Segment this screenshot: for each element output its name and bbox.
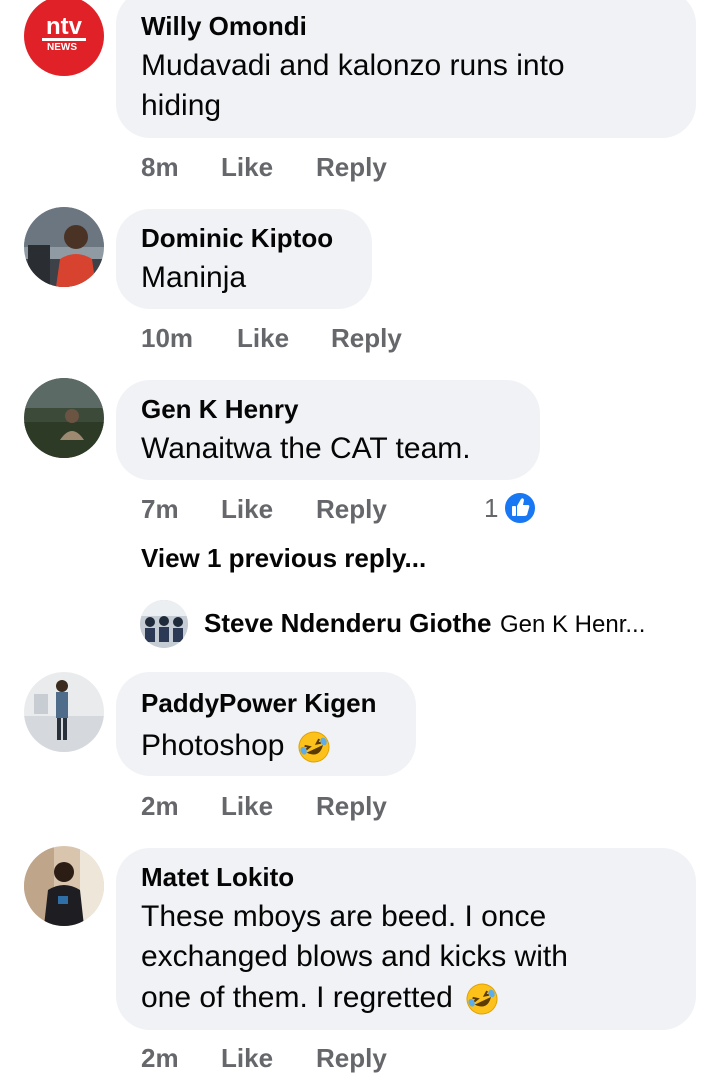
commenter-name[interactable]: Matet Lokito bbox=[141, 862, 294, 892]
reply-preview-avatar[interactable] bbox=[140, 600, 188, 648]
comment-text-line: These mboys are beed. I once bbox=[141, 900, 547, 933]
like-button[interactable]: Like bbox=[221, 1043, 273, 1073]
ntv-news-logo-icon: ntv NEWS bbox=[42, 13, 86, 53]
person-photo-icon bbox=[24, 207, 104, 287]
comment-text-line: Mudavadi and kalonzo runs into bbox=[141, 49, 565, 82]
like-button[interactable]: Like bbox=[237, 323, 289, 353]
group-photo-icon bbox=[140, 600, 188, 648]
comment-text-line: exchanged blows and kicks with bbox=[141, 940, 568, 973]
comment-text: Photoshop bbox=[141, 729, 285, 762]
comment-text-line: hiding bbox=[141, 89, 222, 122]
rofl-emoji-icon bbox=[298, 731, 330, 763]
reply-author-name[interactable]: Steve Ndenderu Giothe bbox=[204, 608, 492, 638]
view-previous-replies-link[interactable]: View 1 previous reply... bbox=[141, 543, 426, 574]
comment-text-row: Photoshop bbox=[141, 726, 331, 766]
commenter-name[interactable]: PaddyPower Kigen bbox=[141, 688, 377, 718]
reply-preview[interactable]: Steve Ndenderu Giothe Gen K Henr... bbox=[204, 608, 645, 639]
person-photo-icon bbox=[24, 846, 104, 926]
reaction-summary[interactable]: 1 bbox=[484, 490, 538, 526]
comment-time: 2m bbox=[141, 791, 179, 821]
reply-button[interactable]: Reply bbox=[316, 791, 387, 821]
reply-button[interactable]: Reply bbox=[316, 494, 387, 524]
comment-text: Wanaitwa the CAT team. bbox=[141, 432, 471, 465]
reply-button[interactable]: Reply bbox=[331, 323, 402, 353]
person-photo-icon bbox=[24, 672, 104, 752]
avatar[interactable] bbox=[24, 207, 104, 287]
reaction-count: 1 bbox=[484, 492, 499, 523]
comment-time: 10m bbox=[141, 323, 194, 353]
like-button[interactable]: Like bbox=[221, 791, 273, 821]
avatar[interactable] bbox=[24, 846, 104, 926]
reply-snippet: Gen K Henr... bbox=[499, 611, 646, 638]
comment-text-row: one of them. I regretted bbox=[141, 978, 499, 1018]
like-button[interactable]: Like bbox=[221, 494, 273, 524]
comment-text-line: one of them. I regretted bbox=[141, 981, 453, 1014]
commenter-name[interactable]: Willy Omondi bbox=[141, 11, 307, 41]
comment-time: 8m bbox=[141, 152, 179, 182]
commenter-name[interactable]: Gen K Henry bbox=[141, 394, 299, 424]
thumbs-up-icon bbox=[503, 491, 538, 525]
rofl-emoji-icon bbox=[466, 983, 498, 1015]
reply-button[interactable]: Reply bbox=[316, 1043, 387, 1073]
comment-time: 2m bbox=[141, 1043, 179, 1073]
avatar[interactable] bbox=[24, 672, 104, 752]
avatar[interactable] bbox=[24, 378, 104, 458]
reply-button[interactable]: Reply bbox=[316, 152, 387, 182]
avatar-ntv-news[interactable]: ntv NEWS bbox=[24, 0, 104, 76]
svg-text:NEWS: NEWS bbox=[47, 42, 77, 53]
person-photo-icon bbox=[24, 378, 104, 458]
commenter-name[interactable]: Dominic Kiptoo bbox=[141, 223, 333, 253]
comment-text: Maninja bbox=[141, 261, 247, 294]
comment-time: 7m bbox=[141, 494, 179, 524]
like-button[interactable]: Like bbox=[221, 152, 273, 182]
svg-text:ntv: ntv bbox=[46, 13, 83, 40]
